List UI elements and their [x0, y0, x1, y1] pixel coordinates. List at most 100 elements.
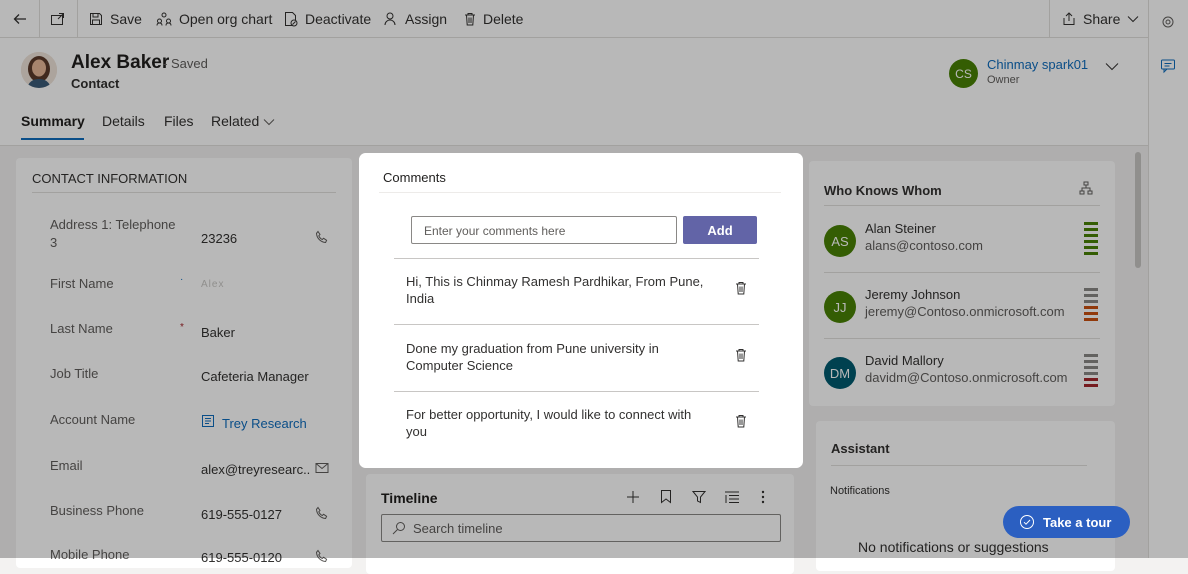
delete-comment-trash-icon[interactable]	[735, 348, 747, 362]
tab-details[interactable]: Details	[102, 113, 145, 129]
deactivate-label: Deactivate	[305, 11, 372, 27]
hierarchy-icon[interactable]	[1079, 181, 1093, 195]
comment-item: Hi, This is Chinmay Ramesh Pardhikar, Fr…	[394, 259, 759, 326]
email-field[interactable]: alex@treyresearc...	[201, 462, 311, 477]
comments-title: Comments	[383, 170, 446, 185]
who-knows-whom-card: Who Knows Whom AS Alan Steiner alans@con…	[809, 161, 1115, 406]
org-chart-icon	[156, 12, 172, 26]
search-timeline-input[interactable]: Search timeline	[381, 514, 781, 542]
required-marker: *	[180, 322, 184, 333]
strength-indicator	[1084, 288, 1098, 321]
copilot-icon[interactable]	[1160, 14, 1176, 30]
field-label-telephone: Address 1: Telephone 3	[50, 217, 176, 250]
save-button[interactable]: Save	[89, 0, 142, 38]
field-label-email: Email	[50, 458, 83, 473]
trash-icon	[464, 12, 476, 26]
share-icon	[1062, 12, 1076, 26]
timeline-card: Timeline Search timeline	[366, 474, 794, 574]
owner-link[interactable]: Chinmay spark01	[987, 57, 1088, 72]
list-item[interactable]: AS Alan Steiner alans@contoso.com	[809, 208, 1115, 274]
scrollbar-thumb[interactable]	[1135, 152, 1141, 268]
person-email: davidm@Contoso.onmicrosoft.com	[865, 370, 1068, 385]
check-circle-icon	[1019, 514, 1035, 530]
first-name-field[interactable]: Alex	[201, 279, 224, 290]
assign-button[interactable]: Assign	[384, 0, 447, 38]
job-title-field[interactable]: Cafeteria Manager	[201, 369, 309, 384]
assistant-card: Assistant Notifications No notifications…	[816, 421, 1115, 571]
share-button[interactable]: Share	[1062, 0, 1139, 38]
timeline-title: Timeline	[381, 490, 438, 506]
who-knows-whom-title: Who Knows Whom	[824, 183, 942, 198]
open-org-chart-button[interactable]: Open org chart	[156, 0, 272, 38]
delete-comment-trash-icon[interactable]	[735, 414, 747, 428]
list-item[interactable]: DM David Mallory davidm@Contoso.onmicros…	[809, 340, 1115, 406]
add-icon[interactable]	[626, 490, 640, 504]
save-label: Save	[110, 11, 142, 27]
account-icon	[201, 414, 215, 428]
phone-icon[interactable]	[315, 230, 329, 244]
send-email-icon[interactable]	[315, 462, 329, 474]
last-name-field[interactable]: Baker	[201, 325, 235, 340]
comments-dialog: Comments Enter your comments here Add Hi…	[367, 161, 795, 460]
field-label-first-name: First Name	[50, 276, 114, 291]
delete-comment-trash-icon[interactable]	[735, 281, 747, 295]
person-name: Jeremy Johnson	[865, 287, 961, 302]
back-arrow-icon	[12, 11, 28, 27]
avatar	[21, 52, 57, 88]
field-label-job-title: Job Title	[50, 366, 99, 381]
notifications-label: Notifications	[830, 485, 890, 497]
person-avatar: DM	[824, 357, 856, 389]
phone-icon[interactable]	[315, 506, 329, 520]
contact-information-card: CONTACT INFORMATION Address 1: Telephone…	[16, 158, 352, 568]
comment-input[interactable]: Enter your comments here	[411, 216, 677, 244]
filter-icon[interactable]	[692, 490, 706, 504]
person-avatar: JJ	[824, 291, 856, 323]
business-phone-field[interactable]: 619-555-0127	[201, 507, 282, 522]
recommended-marker: ·	[180, 274, 184, 285]
owner-avatar: CS	[949, 59, 978, 88]
save-status: - Saved	[163, 56, 208, 71]
open-in-new-window-button[interactable]	[50, 0, 66, 38]
comment-text: Hi, This is Chinmay Ramesh Pardhikar, Fr…	[406, 274, 704, 306]
bookmark-icon[interactable]	[660, 489, 672, 504]
page-title: Alex Baker	[71, 52, 170, 73]
add-comment-button[interactable]: Add	[683, 216, 757, 244]
deactivate-button[interactable]: Deactivate	[284, 0, 371, 38]
assign-label: Assign	[405, 11, 448, 27]
back-button[interactable]	[12, 0, 28, 38]
tab-files[interactable]: Files	[164, 113, 194, 129]
comment-item: For better opportunity, I would like to …	[394, 392, 759, 459]
sort-list-icon[interactable]	[724, 490, 740, 504]
delete-button[interactable]: Delete	[464, 0, 523, 38]
person-email: alans@contoso.com	[865, 238, 983, 253]
owner-role: Owner	[987, 74, 1020, 86]
person-name: Alan Steiner	[865, 221, 936, 236]
phone-icon[interactable]	[315, 549, 329, 563]
account-name-link[interactable]: Trey Research	[222, 416, 307, 431]
tab-summary[interactable]: Summary	[21, 113, 85, 129]
field-label-mobile-phone: Mobile Phone	[50, 547, 130, 562]
related-chevron-down-icon[interactable]	[263, 118, 275, 126]
chat-icon[interactable]	[1160, 58, 1176, 74]
active-tab-indicator	[21, 138, 84, 140]
command-bar: Save Open org chart Deactivate Assign De…	[0, 0, 1148, 38]
section-title: CONTACT INFORMATION	[32, 171, 188, 186]
telephone-field[interactable]: 23236	[201, 231, 237, 246]
take-a-tour-button[interactable]: Take a tour	[1003, 506, 1130, 538]
list-item[interactable]: JJ Jeremy Johnson jeremy@Contoso.onmicro…	[809, 274, 1115, 340]
assistant-title: Assistant	[831, 441, 890, 456]
person-avatar: AS	[824, 225, 856, 257]
record-header: Alex Baker - Saved Contact CS Chinmay sp…	[0, 38, 1148, 146]
field-label-last-name: Last Name	[50, 321, 113, 336]
save-icon	[89, 12, 103, 26]
expand-header-chevron-icon[interactable]	[1105, 62, 1119, 71]
more-options-icon[interactable]	[761, 490, 765, 504]
search-icon	[392, 521, 406, 535]
org-chart-label: Open org chart	[179, 11, 273, 27]
delete-label: Delete	[483, 11, 524, 27]
comment-text: For better opportunity, I would like to …	[406, 407, 692, 439]
strength-indicator	[1084, 222, 1098, 255]
tab-related[interactable]: Related	[211, 113, 259, 129]
chevron-down-icon	[1127, 15, 1139, 23]
share-label: Share	[1083, 11, 1121, 27]
